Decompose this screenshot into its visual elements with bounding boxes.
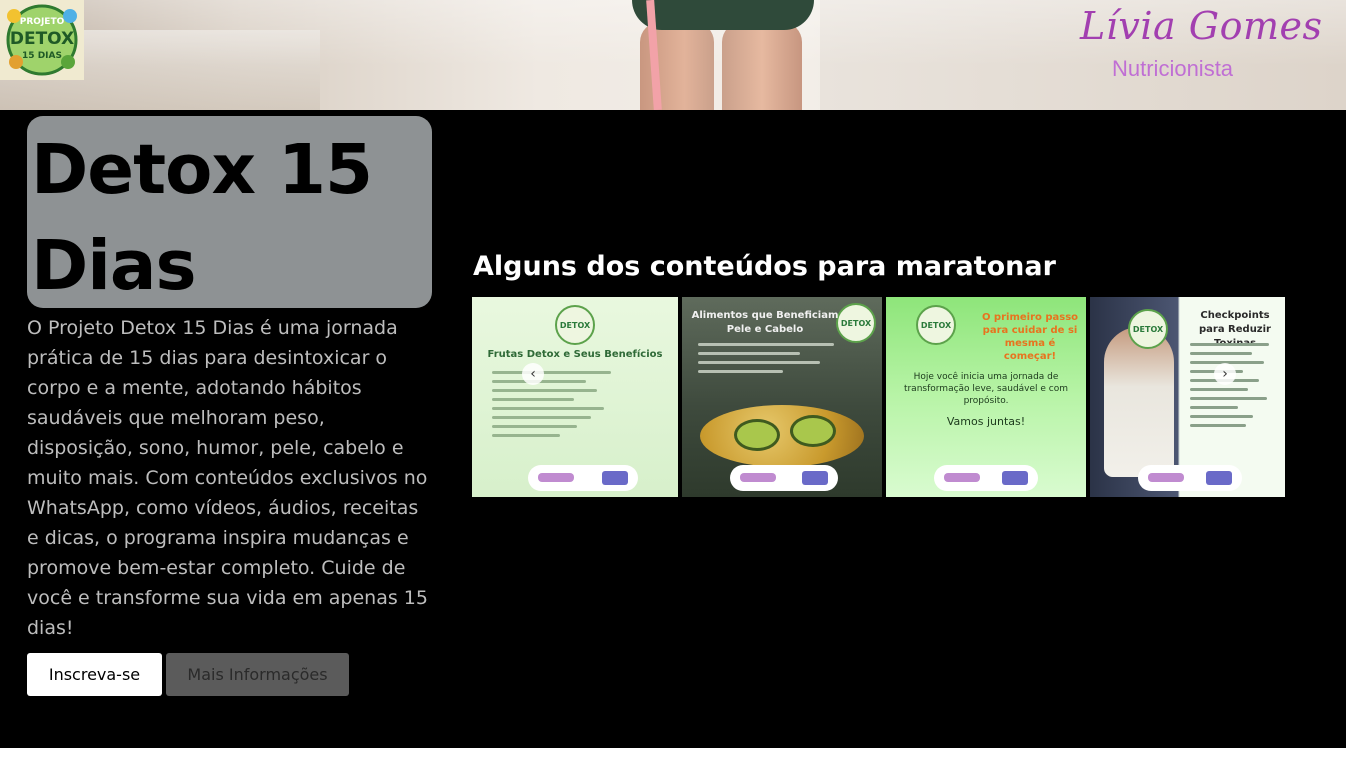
card-heading: Frutas Detox e Seus Benefícios (487, 349, 663, 360)
card-text-lines (698, 343, 868, 379)
card-footer-logos (934, 465, 1038, 491)
detox-badge-icon: DETOX (555, 305, 595, 345)
detox-badge-icon: DETOX (836, 303, 876, 343)
card-text-lines (1190, 343, 1278, 433)
card-cta-text: Vamos juntas! (946, 415, 1026, 428)
carousel-card[interactable]: DETOX Checkpoints para Reduzir Toxinas (1090, 297, 1285, 497)
svg-text:15 DIAS: 15 DIAS (22, 51, 62, 61)
hero-title-box: Detox 15 Dias (27, 116, 432, 308)
content-carousel: DETOX Frutas Detox e Seus Benefícios DET… (472, 297, 1285, 497)
more-info-button[interactable]: Mais Informações (166, 653, 349, 696)
card-heading: Alimentos que Beneficiam Pele e Cabelo (691, 310, 839, 335)
page-title: Detox 15 Dias (31, 130, 373, 306)
svg-text:DETOX: DETOX (10, 29, 74, 49)
card-footer-logos (528, 465, 638, 491)
page-footer-strip (0, 748, 1346, 768)
carousel-card[interactable]: DETOX Alimentos que Beneficiam Pele e Ca… (682, 297, 882, 497)
card-heading: O primeiro passo para cuidar de si mesma… (981, 312, 1079, 362)
main-section: Detox 15 Dias O Projeto Detox 15 Dias é … (0, 110, 1346, 748)
detox-logo-icon: PROJETO DETOX 15 DIAS (6, 4, 78, 76)
subscribe-button[interactable]: Inscreva-se (27, 653, 162, 696)
avocado-plate-image (700, 405, 864, 467)
brand-role: Nutricionista (1112, 56, 1234, 81)
carousel-next-icon[interactable]: › (1214, 363, 1236, 385)
card-footer-logos (730, 465, 838, 491)
svg-text:PROJETO: PROJETO (20, 17, 65, 27)
detox-badge-icon: DETOX (916, 305, 956, 345)
card-body-text: Hoje você inicia uma jornada de transfor… (903, 372, 1069, 406)
meditating-woman-image (1104, 327, 1174, 477)
brand-name: Lívia Gomes (1080, 4, 1323, 48)
hero-description: O Projeto Detox 15 Dias é uma jornada pr… (27, 317, 428, 639)
banner-leg-right (722, 22, 802, 110)
card-text-lines (492, 371, 662, 443)
card-footer-logos (1138, 465, 1242, 491)
carousel-title: Alguns dos conteúdos para maratonar (473, 251, 1056, 282)
page: PROJETO DETOX 15 DIAS Lívia Gomes Nutric… (0, 0, 1346, 768)
carousel-card[interactable]: DETOX Frutas Detox e Seus Benefícios (472, 297, 678, 497)
carousel-prev-icon[interactable]: ‹ (522, 363, 544, 385)
banner-shorts (632, 0, 814, 30)
carousel-card[interactable]: DETOX O primeiro passo para cuidar de si… (886, 297, 1086, 497)
detox-badge-icon: DETOX (1128, 309, 1168, 349)
detox-logo[interactable]: PROJETO DETOX 15 DIAS (0, 0, 84, 80)
hero-banner-image: PROJETO DETOX 15 DIAS Lívia Gomes Nutric… (0, 0, 1346, 110)
